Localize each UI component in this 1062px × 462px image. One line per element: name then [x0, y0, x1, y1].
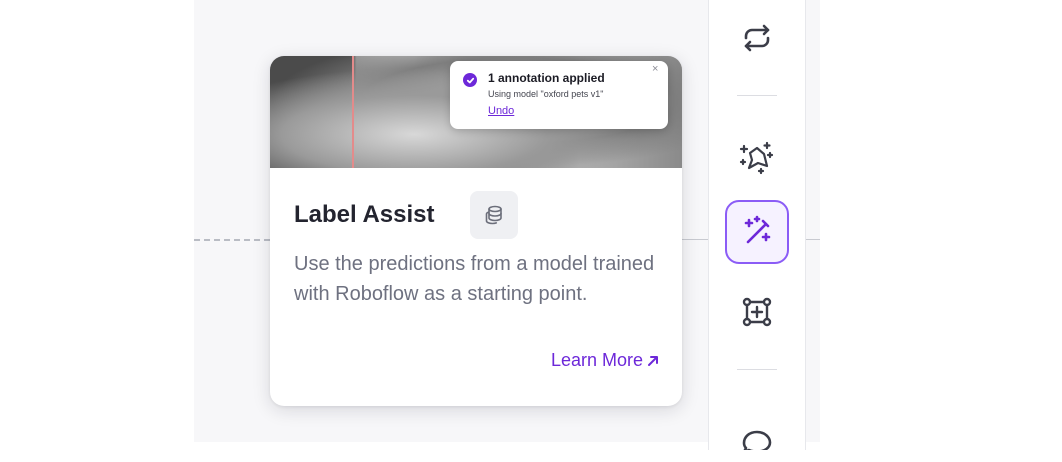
learn-more-label: Learn More — [550, 350, 643, 370]
learn-more-link[interactable]: Learn More — [551, 350, 660, 371]
annotation-toolbar — [708, 0, 806, 450]
card-title: Label Assist — [294, 201, 435, 228]
arrow-up-right-icon — [648, 355, 658, 366]
magic-wand-icon — [744, 215, 771, 244]
toast-subtitle: Using model "oxford pets v1" — [488, 89, 604, 99]
coin-stack-icon — [470, 191, 518, 239]
comment-button[interactable] — [725, 398, 789, 462]
card-description: Use the predictions from a model trained… — [294, 253, 655, 305]
canvas-right-edge — [806, 0, 820, 442]
toast-title: 1 annotation applied — [488, 71, 605, 85]
speech-bubble-icon — [742, 430, 772, 450]
check-circle-icon — [463, 73, 477, 87]
preview-annotation-edge — [352, 56, 354, 168]
repeat-icon — [744, 24, 770, 52]
sparkle-polygon-icon — [739, 141, 774, 175]
crosshair-guide-right — [682, 239, 708, 240]
toolbar-divider — [737, 95, 777, 96]
bounding-box-button[interactable] — [725, 280, 789, 344]
close-icon[interactable]: × — [652, 63, 658, 75]
crosshair-guide-far-right — [806, 239, 820, 240]
toolbar-divider — [737, 369, 777, 370]
annotation-applied-toast: 1 annotation applied Using model "oxford… — [450, 61, 668, 129]
bounding-box-sparkle-icon — [742, 297, 772, 327]
repeat-previous-button[interactable] — [725, 6, 789, 70]
crosshair-guide-left — [194, 239, 270, 241]
label-assist-tooltip-card: 1 annotation applied Using model "oxford… — [270, 56, 682, 406]
label-assist-button[interactable] — [725, 200, 789, 264]
undo-link[interactable]: Undo — [488, 105, 514, 117]
preview-image: 1 annotation applied Using model "oxford… — [270, 56, 682, 168]
smart-polygon-button[interactable] — [725, 126, 789, 190]
